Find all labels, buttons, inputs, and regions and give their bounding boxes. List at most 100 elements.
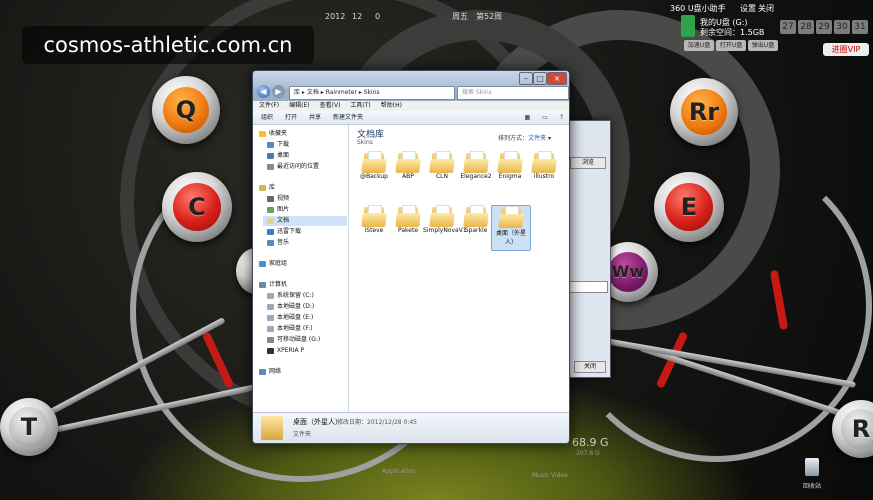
search-input[interactable]: 搜索 Skins <box>457 86 569 100</box>
address-bar[interactable]: 库 ▸ 文档 ▸ Rainmeter ▸ Skins <box>289 86 455 100</box>
dialog-dropdown[interactable] <box>566 281 608 293</box>
folder-icon <box>261 416 283 440</box>
nav-label: XPERIA P <box>277 347 305 354</box>
nav-pictures[interactable]: 图片 <box>267 205 289 215</box>
calendar-day[interactable]: 28 <box>798 20 814 34</box>
nav-libraries[interactable]: 库 <box>259 183 275 193</box>
breadcrumb-item[interactable]: 库 <box>294 89 300 96</box>
preview-pane-icon[interactable]: ▭ <box>542 111 548 124</box>
breadcrumb-item[interactable]: 文档 <box>307 89 319 96</box>
menu-help[interactable]: 帮助(H) <box>381 101 402 111</box>
nav-drive-g[interactable]: 可移动磁盘 (G:) <box>267 335 320 345</box>
open-button[interactable]: 打开 <box>285 111 297 124</box>
breadcrumb-item[interactable]: Rainmeter <box>326 89 357 96</box>
folder-icon <box>497 151 523 173</box>
explorer-window[interactable]: – □ × ◀ ▶ 库 ▸ 文档 ▸ Rainmeter ▸ Skins 搜索 … <box>252 70 570 444</box>
folder-item[interactable]: ABP <box>389 151 427 195</box>
homegroup-icon <box>259 261 266 267</box>
nav-label: 计算机 <box>269 281 288 288</box>
menu-view[interactable]: 查看(V) <box>320 101 341 111</box>
phone-icon <box>267 348 274 354</box>
back-icon[interactable]: ◀ <box>257 85 270 98</box>
library-subtitle: Skins <box>357 139 373 146</box>
view-toggle-icon[interactable]: ▦ <box>524 111 530 124</box>
watermark-overlay: cosmos-athletic.com.cn <box>22 26 314 64</box>
menu-file[interactable]: 文件(F) <box>259 101 279 111</box>
nav-desktop[interactable]: 桌面 <box>267 151 289 161</box>
usb-open-button[interactable]: 打开U盘 <box>716 40 746 51</box>
close-button[interactable]: × <box>547 72 567 85</box>
vip-button[interactable]: 进圈VIP <box>823 43 869 56</box>
maximize-button[interactable]: □ <box>533 72 547 85</box>
folder-item[interactable]: CLN <box>423 151 461 195</box>
music-icon <box>267 240 274 246</box>
nav-network[interactable]: 网络 <box>259 367 281 377</box>
help-icon[interactable]: ? <box>560 111 569 124</box>
folder-item[interactable]: Pakete <box>389 205 427 249</box>
navigation-pane: 收藏夹 下载 桌面 最近访问的位置 库 视频 图片 文档 迅雷下载 音乐 家庭组… <box>253 125 349 413</box>
folder-item[interactable]: SimplyNovaV1 <box>423 205 467 249</box>
settings-link[interactable]: 设置 <box>740 3 756 14</box>
usb-drive-icon <box>681 15 695 37</box>
nav-downloads[interactable]: 下载 <box>267 140 289 150</box>
calendar-day[interactable]: 29 <box>816 20 832 34</box>
folder-item[interactable]: Elegance2 <box>457 151 495 195</box>
calendar-day[interactable]: 30 <box>834 20 850 34</box>
nav-music[interactable]: 音乐 <box>267 238 289 248</box>
knob-e-icon[interactable]: E <box>654 172 724 242</box>
organize-button[interactable]: 组织 <box>261 111 273 124</box>
breadcrumb-item[interactable]: Skins <box>364 89 380 96</box>
share-button[interactable]: 共享 <box>309 111 321 124</box>
knob-c-icon[interactable]: C <box>162 172 232 242</box>
nav-favorites[interactable]: 收藏夹 <box>259 129 287 139</box>
usb-eject-button[interactable]: 弹出U盘 <box>748 40 778 51</box>
close-link[interactable]: 关闭 <box>758 3 774 14</box>
nav-computer[interactable]: 计算机 <box>259 280 287 290</box>
modified-date-value: 2012/12/28 0:45 <box>367 419 417 426</box>
nav-thunder[interactable]: 迅雷下载 <box>267 227 301 237</box>
nav-recent[interactable]: 最近访问的位置 <box>267 162 319 172</box>
new-folder-button[interactable]: 新建文件夹 <box>333 111 363 124</box>
calendar-day[interactable]: 31 <box>852 20 868 34</box>
menu-bar: 文件(F) 编辑(E) 查看(V) 工具(T) 帮助(H) <box>253 101 569 111</box>
menu-edit[interactable]: 编辑(E) <box>289 101 309 111</box>
nav-xperia[interactable]: XPERIA P <box>267 346 304 356</box>
folder-item[interactable]: @Backup <box>355 151 393 195</box>
folder-item[interactable]: illustro <box>525 151 563 195</box>
usb-speed-button[interactable]: 加速U盘 <box>684 40 714 51</box>
browse-button[interactable]: 浏览 <box>570 157 606 169</box>
date-weekday: 周五 <box>452 12 468 21</box>
menu-tools[interactable]: 工具(T) <box>350 101 370 111</box>
minimize-button[interactable]: – <box>519 72 533 85</box>
arrange-by[interactable]: 排列方式：文件夹 ▾ <box>498 133 551 142</box>
nav-label: 视频 <box>277 195 290 202</box>
folder-item[interactable]: iSteve <box>355 205 393 249</box>
forward-icon[interactable]: ▶ <box>272 85 285 98</box>
desktop: Q C T Rr E Ww R 2012 12 0 周五 第52周 360 U盘… <box>0 0 873 500</box>
knob-e-label: E <box>665 183 713 231</box>
drive-icon <box>267 293 274 299</box>
calendar-day[interactable]: 27 <box>780 20 796 34</box>
knob-q-label: Q <box>162 86 210 134</box>
date-week: 第52周 <box>476 12 503 21</box>
recycle-bin-icon[interactable] <box>805 458 819 476</box>
nav-drive-f[interactable]: 本地磁盘 (F:) <box>267 324 313 334</box>
nav-label: 迅雷下载 <box>277 228 302 235</box>
nav-documents[interactable]: 文档 <box>263 216 347 226</box>
folder-item-selected[interactable]: 桌面（外星人） <box>491 205 531 251</box>
nav-videos[interactable]: 视频 <box>267 194 289 204</box>
folder-item[interactable]: Sparkle <box>457 205 495 249</box>
item-kind: 文件夹 <box>293 431 312 438</box>
folder-item[interactable]: Enigma <box>491 151 529 195</box>
drive-icon <box>267 304 274 310</box>
nav-drive-c[interactable]: 系统保留 (C:) <box>267 291 314 301</box>
nav-drive-e[interactable]: 本地磁盘 (E:) <box>267 313 313 323</box>
knob-t-icon[interactable]: T <box>0 398 58 456</box>
background-dialog[interactable]: 浏览 关闭 <box>563 120 611 378</box>
knob-rr-icon[interactable]: Rr <box>670 78 738 146</box>
nav-drive-d[interactable]: 本地磁盘 (D:) <box>267 302 314 312</box>
knob-q-icon[interactable]: Q <box>152 76 220 144</box>
nav-homegroup[interactable]: 家庭组 <box>259 259 287 269</box>
nav-label: 本地磁盘 (F:) <box>277 325 313 332</box>
dialog-close-button[interactable]: 关闭 <box>574 361 606 373</box>
